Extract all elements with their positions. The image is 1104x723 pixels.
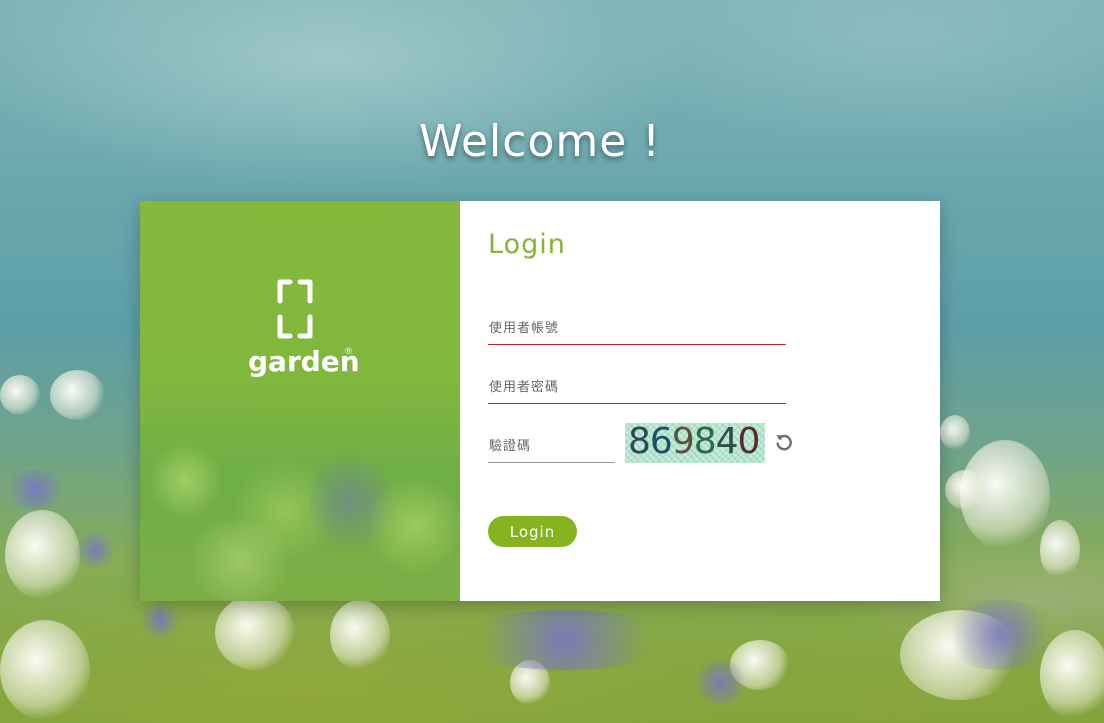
background-flower bbox=[1040, 520, 1080, 580]
login-form-panel: Login 869840 Login bbox=[460, 201, 940, 601]
captcha-digit: 4 bbox=[715, 423, 739, 462]
panel-foliage bbox=[310, 441, 390, 561]
captcha-digit: 6 bbox=[649, 423, 673, 462]
refresh-icon[interactable] bbox=[773, 432, 795, 454]
background-flower bbox=[900, 610, 1020, 700]
panel-foliage bbox=[150, 441, 220, 521]
background-flower bbox=[215, 595, 295, 670]
background-flower bbox=[940, 415, 970, 450]
login-button[interactable]: Login bbox=[488, 516, 577, 547]
background-flower bbox=[5, 510, 80, 600]
brand-panel: garden ® bbox=[140, 201, 460, 601]
background-flower bbox=[0, 375, 40, 415]
login-card: garden ® Login 869840 Login bbox=[140, 201, 940, 601]
background-flower bbox=[690, 660, 750, 705]
login-title: Login bbox=[488, 229, 566, 260]
registered-mark: ® bbox=[344, 347, 353, 357]
captcha-digit: 0 bbox=[737, 423, 761, 462]
background-flower bbox=[945, 470, 985, 510]
panel-foliage bbox=[180, 521, 300, 601]
background-flower bbox=[0, 620, 90, 720]
username-input[interactable] bbox=[488, 312, 786, 345]
captcha-code: 869840 bbox=[628, 423, 761, 462]
panel-foliage bbox=[230, 461, 340, 561]
captcha-digit: 8 bbox=[628, 423, 651, 462]
background-flower bbox=[75, 530, 115, 570]
panel-foliage bbox=[370, 471, 460, 581]
background-flower bbox=[0, 470, 70, 510]
captcha-image: 869840 bbox=[625, 423, 765, 463]
background-flower bbox=[940, 600, 1060, 670]
background-flower bbox=[50, 370, 105, 420]
logo-wordmark: garden bbox=[248, 345, 360, 378]
background-flower bbox=[450, 610, 680, 670]
background-flower bbox=[960, 440, 1050, 550]
background-flower bbox=[510, 660, 550, 705]
background-flower bbox=[1040, 630, 1104, 720]
bracket-logo-icon bbox=[277, 279, 313, 339]
background-flower bbox=[330, 600, 390, 670]
password-input[interactable] bbox=[488, 371, 786, 404]
background-flower bbox=[140, 600, 180, 640]
welcome-heading: Welcome ! bbox=[419, 116, 661, 167]
background-flower bbox=[730, 640, 790, 690]
captcha-digit: 8 bbox=[693, 423, 717, 462]
garden-logo: garden ® bbox=[248, 279, 360, 389]
captcha-digit: 9 bbox=[671, 423, 695, 462]
captcha-input[interactable] bbox=[488, 430, 615, 463]
